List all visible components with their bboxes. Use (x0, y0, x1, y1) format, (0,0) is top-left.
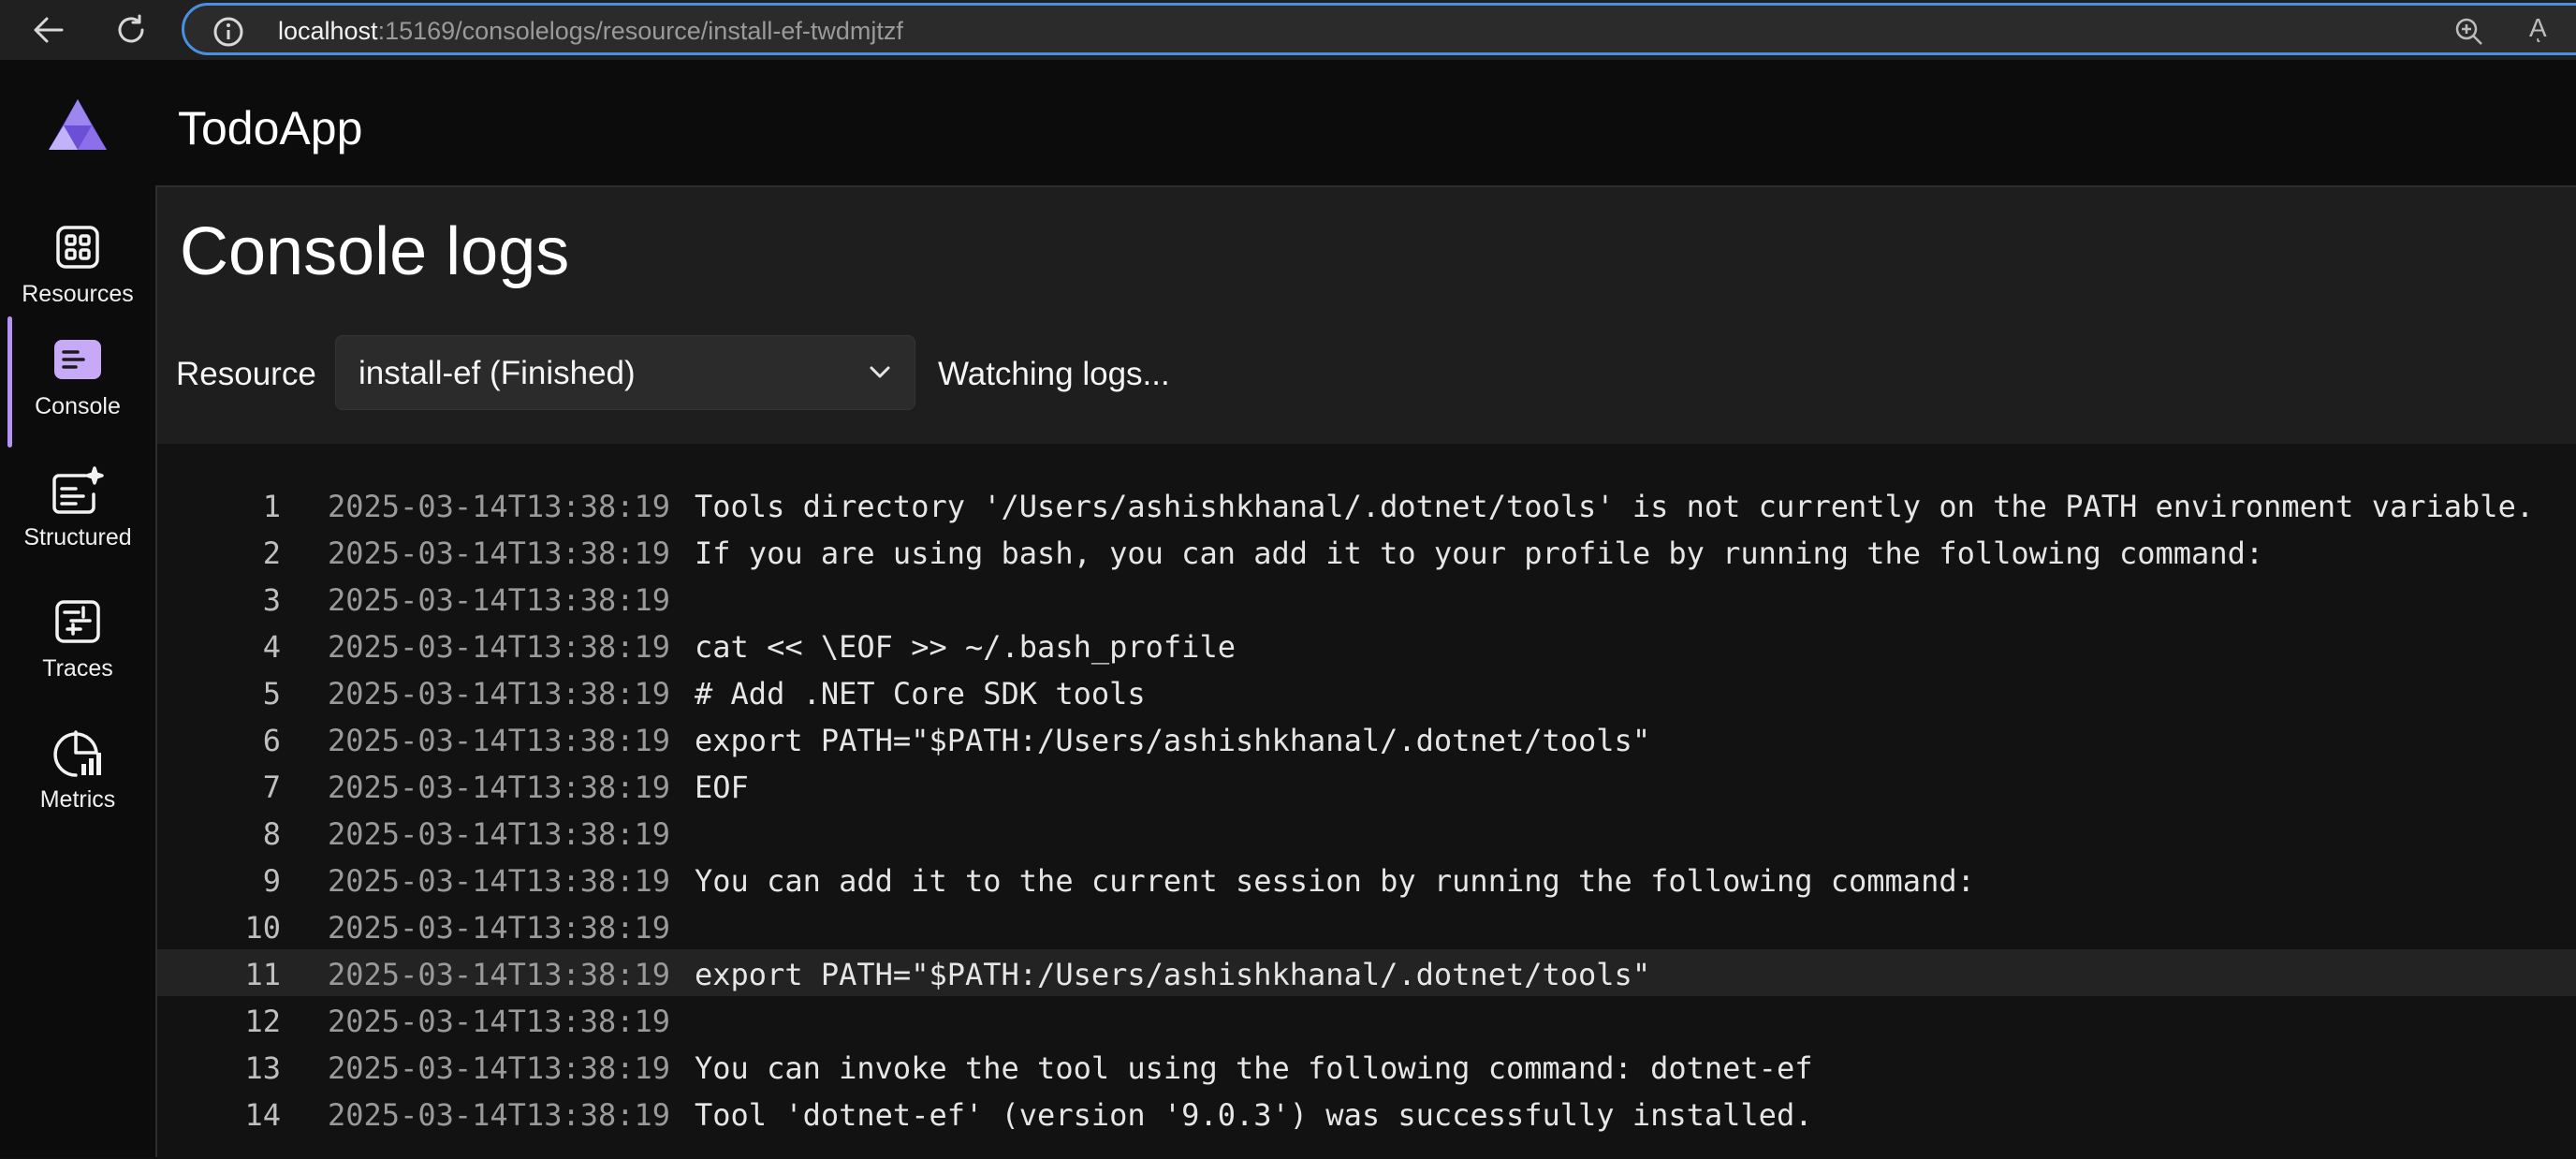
log-timestamp: 2025-03-14T13:38:19 (328, 489, 671, 524)
log-timestamp: 2025-03-14T13:38:19 (328, 816, 671, 852)
log-line[interactable]: 9 2025-03-14T13:38:19 You can add it to … (157, 856, 2576, 902)
sidebar-item-structured[interactable]: Structured (0, 447, 155, 569)
log-line[interactable]: 14 2025-03-14T13:38:19 Tool 'dotnet-ef' … (157, 1090, 2576, 1137)
line-number: 8 (262, 816, 281, 852)
main-content: Console logs Resource install-ef (Finish… (155, 185, 2576, 1159)
address-bar[interactable]: localhost:15169/consolelogs/resource/ins… (182, 3, 2576, 55)
log-line[interactable]: 12 2025-03-14T13:38:19 (157, 996, 2576, 1043)
reload-button[interactable] (107, 6, 155, 54)
log-panel[interactable]: 1 2025-03-14T13:38:19 Tools directory '/… (157, 444, 2576, 1159)
log-message: cat << \EOF >> ~/.bash_profile (695, 629, 1236, 665)
resource-select-value: install-ef (Finished) (359, 355, 636, 391)
line-number: 9 (262, 863, 281, 899)
log-line[interactable]: 3 2025-03-14T13:38:19 (157, 575, 2576, 622)
log-timestamp: 2025-03-14T13:38:19 (328, 1097, 671, 1133)
structured-icon (52, 466, 104, 514)
read-aloud-icon[interactable]: Aͅ (2529, 13, 2547, 43)
log-timestamp: 2025-03-14T13:38:19 (328, 1004, 671, 1039)
page-title: Console logs (180, 214, 570, 289)
chevron-down-icon (870, 366, 890, 378)
log-message: You can add it to the current session by… (695, 863, 1975, 899)
line-number: 10 (244, 910, 281, 946)
line-number: 7 (262, 770, 281, 805)
active-indicator (7, 316, 12, 447)
app-title[interactable]: TodoApp (178, 101, 362, 155)
console-icon (54, 340, 101, 379)
resource-label: Resource (176, 356, 316, 392)
sidebar: Resources Console Structured Traces Metr… (0, 185, 155, 1157)
log-message: If you are using bash, you can add it to… (695, 535, 2264, 571)
log-line[interactable]: 7 2025-03-14T13:38:19 EOF (157, 762, 2576, 809)
log-timestamp: 2025-03-14T13:38:19 (328, 535, 671, 571)
log-message: export PATH="$PATH:/Users/ashishkhanal/.… (695, 723, 1651, 758)
log-timestamp: 2025-03-14T13:38:19 (328, 863, 671, 899)
log-message: export PATH="$PATH:/Users/ashishkhanal/.… (695, 957, 1651, 992)
log-timestamp: 2025-03-14T13:38:19 (328, 957, 671, 992)
reload-icon (118, 14, 144, 43)
line-number: 3 (262, 582, 281, 618)
sidebar-item-metrics[interactable]: Metrics (0, 710, 155, 831)
sidebar-item-traces[interactable]: Traces (0, 579, 155, 700)
sidebar-item-label: Resources (22, 281, 134, 307)
back-arrow-icon (34, 17, 64, 43)
log-timestamp: 2025-03-14T13:38:19 (328, 1050, 671, 1086)
log-line[interactable]: 6 2025-03-14T13:38:19 export PATH="$PATH… (157, 715, 2576, 762)
sidebar-item-label: Traces (42, 655, 113, 682)
sidebar-item-console[interactable]: Console (0, 316, 155, 447)
sidebar-item-resources[interactable]: Resources (0, 204, 155, 326)
log-message: Tool 'dotnet-ef' (version '9.0.3') was s… (695, 1097, 1813, 1133)
app-logo-icon (49, 99, 107, 150)
log-timestamp: 2025-03-14T13:38:19 (328, 770, 671, 805)
log-line-highlighted[interactable]: 11 2025-03-14T13:38:19 export PATH="$PAT… (157, 949, 2576, 996)
sidebar-item-label: Console (35, 393, 121, 419)
log-message: You can invoke the tool using the follow… (695, 1050, 1813, 1086)
log-status-text: Watching logs... (938, 356, 1170, 392)
line-number: 1 (262, 489, 281, 524)
line-number: 12 (244, 1004, 281, 1039)
resource-select[interactable]: install-ef (Finished) (335, 335, 915, 410)
log-line[interactable]: 2 2025-03-14T13:38:19 If you are using b… (157, 528, 2576, 575)
line-number: 6 (262, 723, 281, 758)
log-timestamp: 2025-03-14T13:38:19 (328, 910, 671, 946)
log-line[interactable]: 1 2025-03-14T13:38:19 Tools directory '/… (157, 481, 2576, 528)
log-line[interactable]: 5 2025-03-14T13:38:19 # Add .NET Core SD… (157, 668, 2576, 715)
log-message: EOF (695, 770, 749, 805)
log-line[interactable]: 13 2025-03-14T13:38:19 You can invoke th… (157, 1043, 2576, 1090)
line-number: 14 (244, 1097, 281, 1133)
line-number: 13 (244, 1050, 281, 1086)
metrics-icon (53, 730, 101, 777)
log-message: # Add .NET Core SDK tools (695, 676, 1146, 712)
log-timestamp: 2025-03-14T13:38:19 (328, 629, 671, 665)
log-line[interactable]: 10 2025-03-14T13:38:19 (157, 902, 2576, 949)
site-info-icon[interactable] (212, 16, 244, 48)
line-number: 11 (244, 957, 281, 992)
log-timestamp: 2025-03-14T13:38:19 (328, 723, 671, 758)
line-number: 2 (262, 535, 281, 571)
traces-icon (55, 600, 100, 643)
sidebar-item-label: Structured (23, 524, 132, 550)
log-message: Tools directory '/Users/ashishkhanal/.do… (695, 489, 2535, 524)
log-line[interactable]: 4 2025-03-14T13:38:19 cat << \EOF >> ~/.… (157, 622, 2576, 668)
zoom-icon[interactable] (2454, 17, 2484, 47)
log-line[interactable]: 8 2025-03-14T13:38:19 (157, 809, 2576, 856)
log-timestamp: 2025-03-14T13:38:19 (328, 582, 671, 618)
grid-icon (56, 226, 99, 269)
browser-toolbar: localhost:15169/consolelogs/resource/ins… (0, 0, 2576, 60)
sidebar-item-label: Metrics (39, 786, 116, 813)
url-text[interactable]: localhost:15169/consolelogs/resource/ins… (278, 17, 903, 46)
back-button[interactable] (24, 6, 73, 54)
line-number: 4 (262, 629, 281, 665)
log-timestamp: 2025-03-14T13:38:19 (328, 676, 671, 712)
line-number: 5 (262, 676, 281, 712)
app-header: TodoApp (0, 60, 2576, 185)
